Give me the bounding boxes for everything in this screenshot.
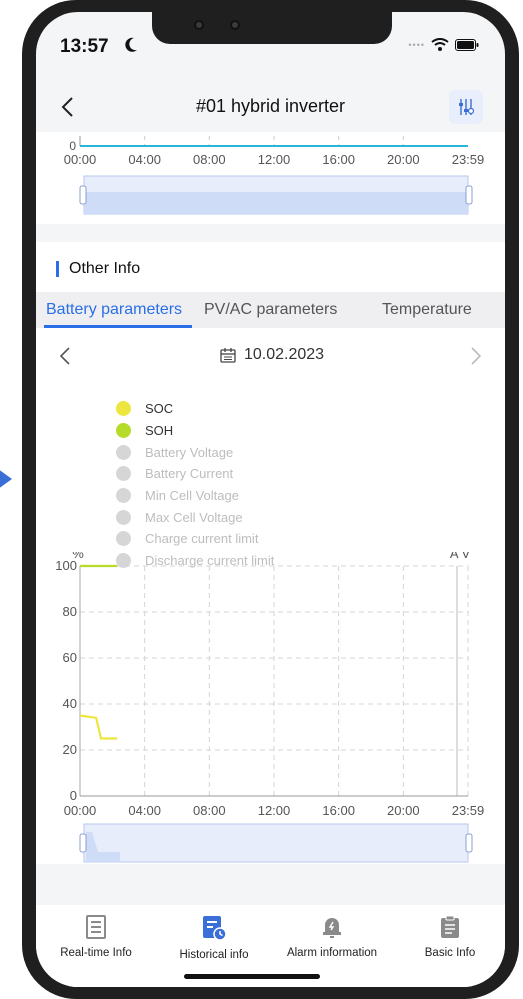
legend-label: Battery Current [145, 466, 234, 482]
zoom-handle-right [465, 185, 473, 205]
legend-label: Charge current limit [145, 531, 259, 547]
nav-alarm-information[interactable]: Alarm information [282, 915, 382, 961]
date-value: 10.02.2023 [244, 346, 325, 363]
y-tick-label: 80 [63, 604, 77, 619]
signal-icon: •••• [408, 39, 425, 50]
y-tick-label: 0 [69, 139, 76, 153]
x-tick-label: 08:00 [193, 152, 226, 167]
battery-parameters-chart: % A V02040608010000:00 04:00 08:00 12:00 16:0… [55, 552, 485, 863]
section-header: Other Info [56, 260, 140, 278]
prev-date-icon[interactable] [58, 346, 72, 366]
y-tick-label: 0 [70, 788, 77, 803]
date-picker[interactable]: 10.02.2023 [220, 346, 324, 364]
chart-legend: SOC SOH Battery Voltage Battery Current Min … [116, 398, 274, 572]
x-tick-label: 04:00 [128, 152, 161, 167]
list-doc-icon [86, 915, 106, 939]
camera-dot [230, 20, 240, 30]
top-mini-chart: 00:00 04:00 08:00 12:00 16:00 20:00 23:59 0 [64, 136, 485, 215]
phone-frame: 13:57 •••• #01 hybrid inverter 00:00 04:… [22, 0, 519, 999]
x-tick-label: 16:00 [322, 152, 355, 167]
x-tick-label: 04:00 [128, 803, 161, 818]
legend-label: Min Cell Voltage [145, 488, 239, 504]
tab-battery-parameters[interactable]: Battery parameters [46, 301, 182, 319]
next-date-icon[interactable] [469, 346, 483, 366]
legend-dot [116, 488, 131, 504]
header: #01 hybrid inverter [36, 82, 505, 132]
legend-dot [116, 444, 131, 460]
legend-dot [116, 509, 131, 525]
nav-label: Real-time Info [60, 947, 132, 959]
zoom-handle-left [79, 833, 87, 853]
page-title: #01 hybrid inverter [195, 96, 346, 116]
legend-label: SOH [145, 423, 174, 439]
legend-item[interactable]: Battery Voltage [116, 441, 274, 463]
zoom-slider-fill [84, 192, 468, 214]
x-tick-label: 00:00 [64, 803, 97, 818]
series-line-soc [79, 714, 118, 740]
nav-realtime-info[interactable]: Real-time Info [46, 915, 146, 961]
zoom-slider-track [83, 823, 469, 863]
legend-dot [116, 401, 131, 417]
parameter-tabs: Battery parameters PV/AC parameters Temp… [36, 292, 505, 328]
legend-label: SOC [145, 401, 174, 417]
status-time: 13:57 [60, 36, 109, 57]
legend-item[interactable]: Max Cell Voltage [116, 506, 274, 528]
nav-label: Historical info [179, 949, 249, 961]
active-tab-indicator [44, 325, 192, 328]
x-tick-label: 12:00 [258, 152, 291, 167]
x-tick-label: 23:59 [452, 803, 485, 818]
y-tick-label: 100 [55, 558, 77, 573]
top-chart-card: 00:00 04:00 08:00 12:00 16:00 20:00 23:59 0 [36, 132, 505, 224]
nav-label: Basic Info [424, 947, 476, 959]
nav-historical-info[interactable]: Historical info [164, 915, 264, 963]
calendar-icon [220, 348, 236, 363]
side-arrow-icon [0, 470, 12, 488]
x-tick-label: 12:00 [258, 803, 291, 818]
section-accent-bar [56, 261, 59, 277]
legend-item[interactable]: Min Cell Voltage [116, 485, 274, 507]
other-info-card: Other Info Battery parameters PV/AC para… [36, 242, 505, 864]
history-doc-icon [203, 916, 227, 941]
legend-dot [116, 466, 131, 482]
x-tick-label: 16:00 [322, 803, 355, 818]
y-tick-label: 20 [63, 742, 77, 757]
tab-temperature[interactable]: Temperature [382, 301, 472, 319]
x-tick-label: 00:00 [64, 152, 97, 167]
legend-item[interactable]: SOC [116, 398, 274, 420]
y-tick-label: 40 [63, 696, 77, 711]
sliders-icon [459, 99, 474, 115]
home-indicator [184, 974, 320, 979]
legend-label: Max Cell Voltage [145, 509, 243, 525]
zoom-handle-left [79, 185, 87, 205]
legend-item[interactable]: SOH [116, 420, 274, 442]
moon-icon [125, 37, 137, 52]
camera-notch [152, 12, 392, 44]
legend-dot [116, 531, 131, 547]
camera-dot [194, 20, 204, 30]
status-icons: •••• [408, 38, 479, 51]
battery-icon [455, 38, 479, 51]
filter-button[interactable] [449, 90, 483, 124]
nav-basic-info[interactable]: Basic Info [400, 915, 500, 961]
legend-dot [116, 423, 131, 439]
legend-item[interactable]: Battery Current [116, 463, 274, 485]
alarm-bell-icon [323, 918, 341, 938]
legend-label: Battery Voltage [145, 444, 234, 460]
x-tick-label: 20:00 [387, 152, 420, 167]
zoom-handle-right [465, 833, 473, 853]
nav-label: Alarm information [286, 947, 378, 959]
y-axis-right-unit: A V [450, 552, 471, 561]
y-tick-label: 60 [63, 650, 77, 665]
section-title: Other Info [69, 260, 141, 277]
clipboard-icon [441, 915, 459, 938]
wifi-icon [431, 38, 449, 51]
x-tick-label: 20:00 [387, 803, 420, 818]
tab-pv-ac-parameters[interactable]: PV/AC parameters [204, 301, 337, 319]
x-tick-label: 08:00 [193, 803, 226, 818]
date-selector: 10.02.2023 [36, 342, 505, 372]
x-tick-label: 23:59 [452, 152, 485, 167]
legend-item[interactable]: Charge current limit [116, 528, 274, 550]
app-screen: 13:57 •••• #01 hybrid inverter 00:00 04:… [36, 12, 505, 987]
